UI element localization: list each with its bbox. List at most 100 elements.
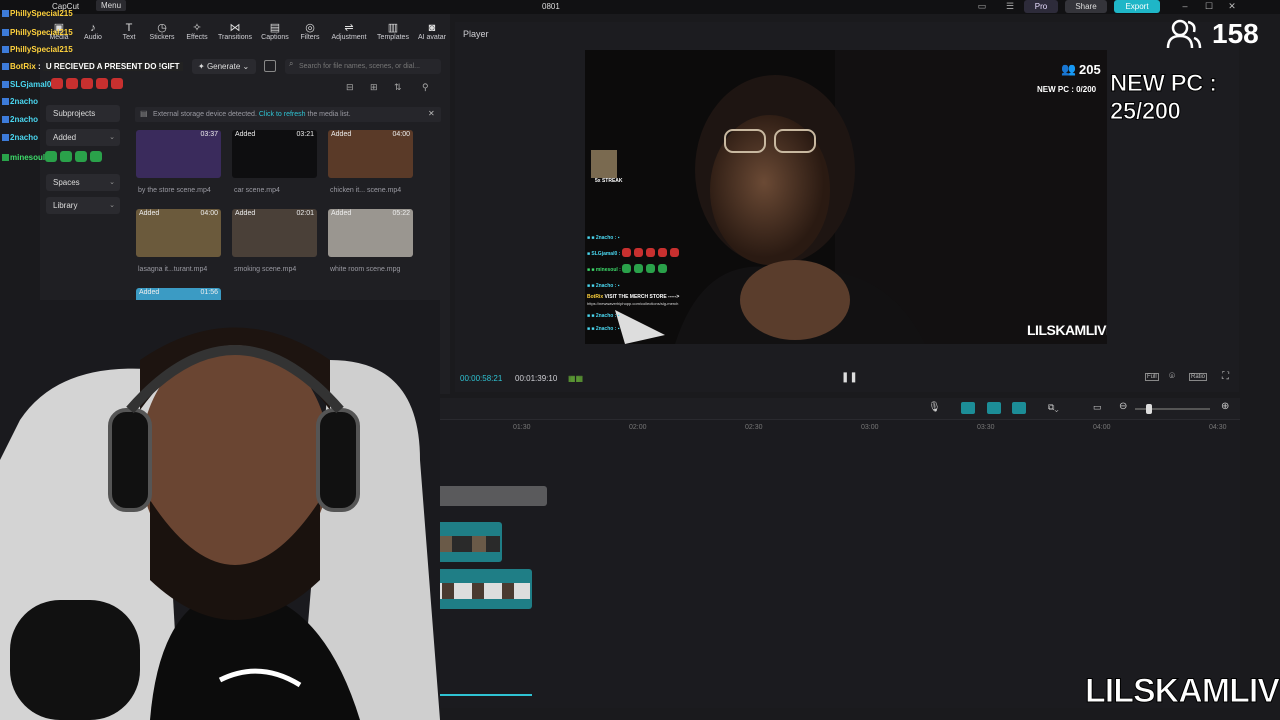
merch-message: BotRix VISIT THE MERCH STORE -----> [587,294,679,300]
transitions-icon: ⋈ [229,22,241,34]
notice-tail: the media list. [307,111,351,118]
ruler-tick-label: 01:30 [513,424,531,431]
webcam-feed [0,300,440,720]
clip-duration: 04:00 [200,210,218,217]
audio-track-line[interactable] [436,694,532,696]
video-preview[interactable]: 5x STREAK ■ ■ 2nacho : ▪ ■ SLGjamal0 : ■… [585,50,1107,344]
emote-icon [75,151,88,162]
link-track-icon[interactable] [961,402,975,414]
ruler-tick-label: 02:00 [629,424,647,431]
share-button[interactable]: Share [1065,0,1107,13]
magnet-icon[interactable] [987,402,1001,414]
snapshot-icon[interactable]: ⌾ [1169,371,1175,382]
grid-view-icon[interactable]: ⊞ [370,82,378,93]
pause-icon[interactable]: ❚❚ [841,372,858,383]
zoom-handle[interactable] [1146,404,1152,414]
media-clip[interactable]: Added 04:00 [136,209,221,257]
tab-adjustment[interactable]: ⇌ Adjustment [330,22,368,48]
import-icon[interactable]: ⊟ [346,82,354,93]
tab-label: Filters [300,34,320,41]
chat-username: 2nacho [10,133,39,142]
added-item[interactable]: Added ⌄ [46,129,120,146]
video-brand: LILSKAMLIVE [1027,322,1107,338]
filters-icon: ◎ [305,22,315,34]
mini-chat: ■ ■ 2nacho : ▪ ■ SLGjamal0 : ■ ■ minesou… [587,230,727,294]
storage-notice: External storage device detected. Click … [135,107,441,122]
close-window-icon[interactable]: ✕ [1225,1,1239,12]
chat-badge-icon [2,29,9,36]
adjustment-icon: ⇌ [344,22,354,34]
menu-button[interactable]: Menu [96,0,127,11]
spaces-item[interactable]: Spaces ⌄ [46,174,120,191]
emote-icon [45,151,58,162]
snap-icon[interactable] [1012,402,1026,414]
close-notice-icon[interactable]: ✕ [428,109,435,118]
microphone-icon[interactable]: 🎙 [928,402,941,413]
captions-icon: ▤ [269,22,281,34]
clip-duration: 03:21 [296,131,314,138]
added-badge: Added [139,210,160,217]
search-input[interactable]: Search for file names, scenes, or dial..… [285,59,441,74]
minimize-icon[interactable]: – [1178,1,1192,11]
chat-message: PhillySpecial215 [2,9,73,18]
split-icon[interactable]: ⧉⌄ [1048,402,1059,413]
list-icon[interactable]: ☰ [1004,1,1016,12]
sort-icon[interactable]: ⇅ [394,82,402,93]
fullscreen-icon[interactable]: ⛶ [1222,371,1229,382]
tab-ai-avatar[interactable]: ◙ AI avatar [413,22,451,48]
search-icon: ⌕ [289,59,294,68]
chat-message: BotRix : U RECIEVED A PRESENT DO !GIFT [2,62,183,71]
zoom-out-icon[interactable]: ⊖ [1119,401,1127,412]
media-clip[interactable]: Added 05:22 [328,209,413,257]
refresh-link[interactable]: Click to refresh [259,111,306,118]
clip-filename: lasagna it...turant.mp4 [138,266,208,273]
viewer-counter: 158 [1160,14,1270,54]
maximize-icon[interactable]: ☐ [1202,1,1216,12]
preview-axis-icon[interactable]: ▭ [1093,402,1102,413]
tab-stickers[interactable]: ◷ Stickers [143,22,181,48]
clip-duration: 02:01 [296,210,314,217]
tab-audio[interactable]: ♪ Audio [74,22,112,48]
ratio-button[interactable]: Ratio [1189,373,1208,381]
tab-transitions[interactable]: ⋈ Transitions [216,22,254,48]
tab-label: AI avatar [417,34,446,41]
export-button[interactable]: Export [1114,0,1160,13]
tab-effects[interactable]: ✧ Effects [178,22,216,48]
library-item[interactable]: Library ⌄ [46,197,120,214]
layout-icon[interactable]: ▭ [976,1,988,12]
notice-text: External storage device detected. [153,111,257,118]
media-clip[interactable]: 03:37 [136,130,221,178]
chat-badge-icon [2,154,9,161]
pro-badge[interactable]: Pro [1024,0,1058,13]
clip-filename: chicken it... scene.mp4 [330,187,402,194]
subprojects-item[interactable]: Subprojects [46,105,120,122]
clip-filename: car scene.mp4 [234,187,280,194]
clip-duration: 05:22 [392,210,410,217]
media-clip[interactable]: Added 04:00 [328,130,413,178]
chat-message: PhillySpecial215 [2,28,73,37]
streak-thumbnail [591,150,617,178]
generate-label: Generate [206,62,241,71]
clip-duration: 04:00 [392,131,410,138]
chat-badge-icon [2,98,9,105]
chat-badge-icon [2,81,9,88]
tab-templates[interactable]: ▥ Templates [374,22,412,48]
media-clip[interactable]: Added 02:01 [232,209,317,257]
tab-label: Captions [261,34,289,41]
chat-username: PhillySpecial215 [10,45,73,54]
tab-filters[interactable]: ◎ Filters [291,22,329,48]
video-viewer-icon: 👥 [1061,62,1076,76]
camera-icon[interactable] [264,60,276,72]
tab-captions[interactable]: ▤ Captions [256,22,294,48]
added-badge: Added [235,131,256,138]
generate-button[interactable]: ✦ Generate ⌄ [192,59,256,74]
full-button[interactable]: Full [1145,373,1159,381]
media-clip[interactable]: Added 03:21 [232,130,317,178]
zoom-in-icon[interactable]: ⊕ [1221,401,1229,412]
viewers-icon [1166,19,1202,49]
tab-label: Effects [186,34,208,41]
chat-message: PhillySpecial215 [2,45,73,54]
waveform-icon[interactable]: ▦▦ [568,374,583,383]
tab-label: Adjustment [331,34,367,41]
filter-icon[interactable]: ⚲ [422,82,429,93]
